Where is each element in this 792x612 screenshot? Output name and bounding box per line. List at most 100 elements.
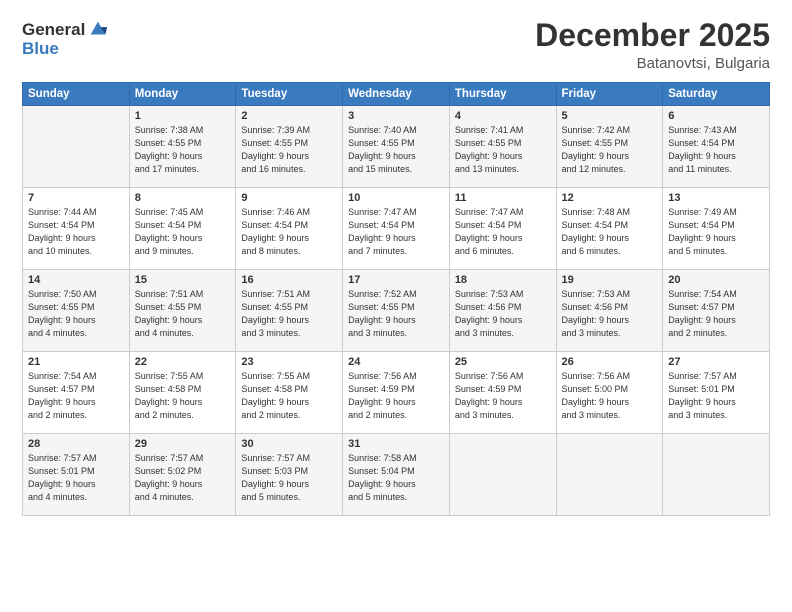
calendar-cell: 18Sunrise: 7:53 AM Sunset: 4:56 PM Dayli… [449,270,556,352]
day-number: 21 [28,356,124,368]
day-info: Sunrise: 7:55 AM Sunset: 4:58 PM Dayligh… [241,370,337,422]
calendar-cell: 17Sunrise: 7:52 AM Sunset: 4:55 PM Dayli… [343,270,450,352]
calendar-cell: 19 Sunrise: 7:53 AM Sunset: 4:56 PM Dayli… [556,270,663,352]
calendar-cell [23,106,130,188]
calendar-cell: 3 Sunrise: 7:40 AM Sunset: 4:55 PM Daylig… [343,106,450,188]
calendar-cell: 5Sunrise: 7:42 AM Sunset: 4:55 PM Daylig… [556,106,663,188]
day-number: 9 [241,192,337,204]
day-number: 6 [668,110,764,122]
day-info: Sunrise: 7:57 AM Sunset: 5:01 PM Dayligh… [668,370,764,422]
calendar-week-1: 1Sunrise: 7:38 AM Sunset: 4:55 PM Daylig… [23,106,770,188]
page: General Blue December 2025 Batanovtsi, B… [0,0,792,612]
day-info: Sunrise: 7:48 AM Sunset: 4:54 PM Dayligh… [562,206,658,258]
day-info: Sunrise: 7:38 AM Sunset: 4:55 PM Dayligh… [135,124,231,176]
calendar-cell: 25Sunrise: 7:56 AM Sunset: 4:59 PM Dayli… [449,352,556,434]
calendar-cell: 9 Sunrise: 7:46 AM Sunset: 4:54 PM Daylig… [236,188,343,270]
day-info: Sunrise: 7:53 AM Sunset: 4:56 PM Dayligh… [562,288,658,340]
day-info: Sunrise: 7:56 AM Sunset: 4:59 PM Dayligh… [348,370,444,422]
calendar-cell: 6 Sunrise: 7:43 AM Sunset: 4:54 PM Daylig… [663,106,770,188]
day-info: Sunrise: 7:50 AM Sunset: 4:55 PM Dayligh… [28,288,124,340]
calendar-cell: 31 Sunrise: 7:58 AM Sunset: 5:04 PM Dayli… [343,434,450,516]
day-number: 18 [455,274,551,286]
day-number: 30 [241,438,337,450]
header-monday: Monday [129,83,236,106]
logo-blue-text: Blue [22,39,59,58]
calendar-cell: 15 Sunrise: 7:51 AM Sunset: 4:55 PM Dayli… [129,270,236,352]
logo: General Blue [22,18,109,59]
day-number: 12 [562,192,658,204]
day-info: Sunrise: 7:44 AM Sunset: 4:54 PM Dayligh… [28,206,124,258]
day-number: 10 [348,192,444,204]
day-info: Sunrise: 7:52 AM Sunset: 4:55 PM Dayligh… [348,288,444,340]
calendar-cell: 11 Sunrise: 7:47 AM Sunset: 4:54 PM Dayli… [449,188,556,270]
day-number: 20 [668,274,764,286]
calendar-cell: 22 Sunrise: 7:55 AM Sunset: 4:58 PM Dayli… [129,352,236,434]
calendar-cell [556,434,663,516]
calendar-cell: 16 Sunrise: 7:51 AM Sunset: 4:55 PM Dayli… [236,270,343,352]
calendar-cell: 13Sunrise: 7:49 AM Sunset: 4:54 PM Dayli… [663,188,770,270]
title-block: December 2025 Batanovtsi, Bulgaria [535,18,770,72]
calendar-cell: 1Sunrise: 7:38 AM Sunset: 4:55 PM Daylig… [129,106,236,188]
day-number: 25 [455,356,551,368]
calendar-cell: 2 Sunrise: 7:39 AM Sunset: 4:55 PM Daylig… [236,106,343,188]
calendar-cell: 7 Sunrise: 7:44 AM Sunset: 4:54 PM Daylig… [23,188,130,270]
day-info: Sunrise: 7:43 AM Sunset: 4:54 PM Dayligh… [668,124,764,176]
header-saturday: Saturday [663,83,770,106]
day-info: Sunrise: 7:58 AM Sunset: 5:04 PM Dayligh… [348,452,444,504]
day-number: 31 [348,438,444,450]
calendar-cell: 8Sunrise: 7:45 AM Sunset: 4:54 PM Daylig… [129,188,236,270]
day-info: Sunrise: 7:39 AM Sunset: 4:55 PM Dayligh… [241,124,337,176]
day-number: 8 [135,192,231,204]
day-info: Sunrise: 7:46 AM Sunset: 4:54 PM Dayligh… [241,206,337,258]
calendar-cell: 20 Sunrise: 7:54 AM Sunset: 4:57 PM Dayli… [663,270,770,352]
day-info: Sunrise: 7:57 AM Sunset: 5:03 PM Dayligh… [241,452,337,504]
day-number: 4 [455,110,551,122]
calendar-table: Sunday Monday Tuesday Wednesday Thursday… [22,82,770,516]
day-number: 11 [455,192,551,204]
day-info: Sunrise: 7:55 AM Sunset: 4:58 PM Dayligh… [135,370,231,422]
calendar-cell: 27 Sunrise: 7:57 AM Sunset: 5:01 PM Dayli… [663,352,770,434]
calendar-cell: 26Sunrise: 7:56 AM Sunset: 5:00 PM Dayli… [556,352,663,434]
calendar-week-5: 28Sunrise: 7:57 AM Sunset: 5:01 PM Dayli… [23,434,770,516]
calendar-cell: 12 Sunrise: 7:48 AM Sunset: 4:54 PM Dayli… [556,188,663,270]
day-number: 5 [562,110,658,122]
day-info: Sunrise: 7:40 AM Sunset: 4:55 PM Dayligh… [348,124,444,176]
calendar-cell: 14Sunrise: 7:50 AM Sunset: 4:55 PM Dayli… [23,270,130,352]
day-number: 3 [348,110,444,122]
calendar-cell: 28Sunrise: 7:57 AM Sunset: 5:01 PM Dayli… [23,434,130,516]
calendar-cell: 21 Sunrise: 7:54 AM Sunset: 4:57 PM Dayli… [23,352,130,434]
calendar-cell: 23 Sunrise: 7:55 AM Sunset: 4:58 PM Dayli… [236,352,343,434]
calendar-week-2: 7 Sunrise: 7:44 AM Sunset: 4:54 PM Daylig… [23,188,770,270]
day-number: 29 [135,438,231,450]
day-number: 28 [28,438,124,450]
calendar-cell: 29Sunrise: 7:57 AM Sunset: 5:02 PM Dayli… [129,434,236,516]
day-number: 19 [562,274,658,286]
logo-general-text: General [22,21,85,38]
header-wednesday: Wednesday [343,83,450,106]
header-row: Sunday Monday Tuesday Wednesday Thursday… [23,83,770,106]
day-info: Sunrise: 7:51 AM Sunset: 4:55 PM Dayligh… [135,288,231,340]
day-number: 16 [241,274,337,286]
day-number: 15 [135,274,231,286]
logo-icon [87,18,109,40]
day-number: 22 [135,356,231,368]
day-info: Sunrise: 7:47 AM Sunset: 4:54 PM Dayligh… [455,206,551,258]
header-thursday: Thursday [449,83,556,106]
day-info: Sunrise: 7:47 AM Sunset: 4:54 PM Dayligh… [348,206,444,258]
day-info: Sunrise: 7:41 AM Sunset: 4:55 PM Dayligh… [455,124,551,176]
day-number: 24 [348,356,444,368]
header: General Blue December 2025 Batanovtsi, B… [22,18,770,72]
day-info: Sunrise: 7:56 AM Sunset: 5:00 PM Dayligh… [562,370,658,422]
day-number: 7 [28,192,124,204]
day-info: Sunrise: 7:51 AM Sunset: 4:55 PM Dayligh… [241,288,337,340]
location-title: Batanovtsi, Bulgaria [535,55,770,72]
day-info: Sunrise: 7:54 AM Sunset: 4:57 PM Dayligh… [668,288,764,340]
calendar-week-3: 14Sunrise: 7:50 AM Sunset: 4:55 PM Dayli… [23,270,770,352]
day-number: 2 [241,110,337,122]
day-number: 27 [668,356,764,368]
calendar-cell: 24 Sunrise: 7:56 AM Sunset: 4:59 PM Dayli… [343,352,450,434]
calendar-week-4: 21 Sunrise: 7:54 AM Sunset: 4:57 PM Dayli… [23,352,770,434]
month-title: December 2025 [535,18,770,53]
day-number: 23 [241,356,337,368]
day-info: Sunrise: 7:54 AM Sunset: 4:57 PM Dayligh… [28,370,124,422]
